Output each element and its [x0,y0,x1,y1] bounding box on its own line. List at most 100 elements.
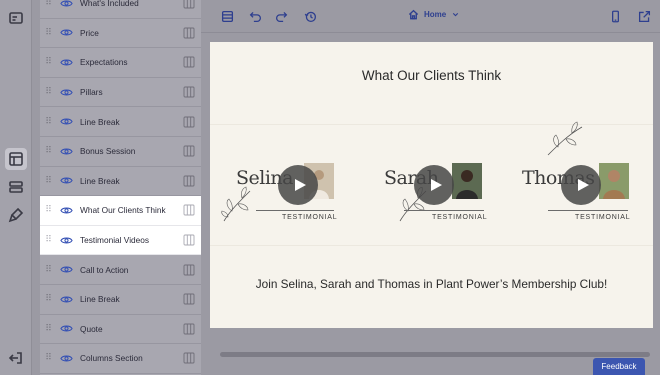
section-row[interactable]: ⠿ What Our Clients Think [40,196,201,226]
columns-icon [183,234,195,246]
drag-handle-icon[interactable]: ⠿ [40,146,56,156]
testimonial-card[interactable]: Thomas TESTIMONIAL [510,121,653,247]
visibility-toggle-button[interactable] [56,58,76,67]
leaf-decoration-icon [547,121,583,156]
section-layout-button[interactable] [177,56,201,68]
play-button[interactable] [414,165,454,205]
call-to-action-text: Join Selina, Sarah and Thomas in Plant P… [255,277,608,291]
external-link-icon [638,10,650,22]
visibility-toggle-button[interactable] [56,206,76,215]
visibility-toggle-button[interactable] [56,295,76,304]
visibility-toggle-button[interactable] [56,88,76,97]
drag-handle-icon[interactable]: ⠿ [40,265,56,275]
section-row-label: Price [80,27,99,38]
visibility-toggle-button[interactable] [56,0,76,8]
section-row[interactable]: ⠿ Quote [40,314,201,345]
section-row-label: Expectations [80,57,128,68]
visibility-toggle-button[interactable] [56,28,76,37]
visibility-toggle-button[interactable] [56,265,76,274]
page-preview-canvas[interactable]: What Our Clients Think Selina TESTIMONIA… [210,42,653,328]
drag-handle-icon[interactable]: ⠿ [40,0,56,8]
drag-handle-icon[interactable]: ⠿ [40,176,56,186]
drag-handle-icon[interactable]: ⠿ [40,353,56,363]
visibility-toggle-button[interactable] [56,176,76,185]
eye-icon [59,148,73,155]
section-row[interactable]: ⠿ Price [40,18,201,49]
feedback-button[interactable]: Feedback [593,358,645,375]
section-layout-button[interactable] [177,145,201,157]
visibility-toggle-button[interactable] [56,147,76,156]
home-icon [408,9,419,20]
testimonial-tag: TESTIMONIAL [282,214,338,221]
section-layout-button[interactable] [177,234,201,246]
section-layout-button[interactable] [177,86,201,98]
columns-icon [183,264,195,276]
redo-button[interactable] [273,8,289,24]
columns-icon [183,293,195,305]
section-layout-button[interactable] [177,116,201,128]
undo-button[interactable] [247,8,263,24]
visibility-toggle-button[interactable] [56,117,76,126]
section-row[interactable]: ⠿ Line Break [40,285,201,315]
drag-handle-icon[interactable]: ⠿ [40,294,56,304]
open-external-button[interactable] [636,8,652,24]
drag-handle-icon[interactable]: ⠿ [40,117,56,127]
page-settings-button[interactable] [5,7,27,29]
mobile-view-button[interactable] [607,8,623,24]
play-button[interactable] [561,165,601,205]
left-icon-rail [0,0,32,375]
visibility-toggle-button[interactable] [56,324,76,333]
section-row[interactable]: ⠿ Line Break [40,166,201,197]
play-icon [294,179,306,191]
section-layout-button[interactable] [177,293,201,305]
section-layout-button[interactable] [177,175,201,187]
section-layout-button[interactable] [177,323,201,335]
section-row[interactable]: ⠿ Call to Action [40,255,201,285]
eye-icon [59,237,73,244]
section-row[interactable]: ⠿ Line Break [40,107,201,137]
drag-handle-icon[interactable]: ⠿ [40,235,56,245]
page-select[interactable]: Home [408,9,460,20]
visibility-toggle-button[interactable] [56,354,76,363]
section-layout-button[interactable] [177,27,201,39]
columns-icon [183,27,195,39]
section-row[interactable]: ⠿ Pillars [40,77,201,108]
columns-icon [183,145,195,157]
section-layout-button[interactable] [177,0,201,9]
section-row-label: Bonus Session [80,146,136,157]
sections-panel: ⠿ What's Included ⠿ Price ⠿ Expectations ⠿ Pill… [40,0,201,375]
section-layout-button[interactable] [177,264,201,276]
section-row[interactable]: ⠿ Columns Section [40,344,201,374]
canvas-horizontal-scrollbar[interactable] [220,352,650,357]
drag-handle-icon[interactable]: ⠿ [40,87,56,97]
columns-icon [183,0,195,9]
drag-handle-icon[interactable]: ⠿ [40,57,56,67]
drag-handle-icon[interactable]: ⠿ [40,28,56,38]
preview-toggle-button[interactable] [219,8,235,24]
eye-icon [59,89,73,96]
columns-icon [183,323,195,335]
sections-button[interactable] [5,148,27,170]
design-button[interactable] [5,204,27,226]
drag-handle-icon[interactable]: ⠿ [40,324,56,334]
section-layout-button[interactable] [177,204,201,216]
section-row-label: Line Break [80,175,120,186]
section-row[interactable]: ⠿ Expectations [40,48,201,78]
section-layout-button[interactable] [177,352,201,364]
play-button[interactable] [278,165,318,205]
testimonial-card[interactable]: Sarah TESTIMONIAL [370,125,510,247]
section-row[interactable]: ⠿ Testimonial Videos [40,225,201,256]
blocks-button[interactable] [5,176,27,198]
history-button[interactable] [302,8,318,24]
exit-button[interactable] [5,347,27,369]
play-icon [430,179,442,191]
section-row[interactable]: ⠿ Bonus Session [40,137,201,167]
testimonial-photo [599,163,629,199]
section-row[interactable]: ⠿ What's Included [40,0,201,19]
testimonial-card[interactable]: Selina TESTIMONIAL [220,125,360,247]
columns-icon [183,57,195,68]
eye-icon [59,325,73,332]
drag-handle-icon[interactable]: ⠿ [40,205,56,215]
visibility-toggle-button[interactable] [56,236,76,245]
section-row-label: Call to Action [80,264,129,275]
